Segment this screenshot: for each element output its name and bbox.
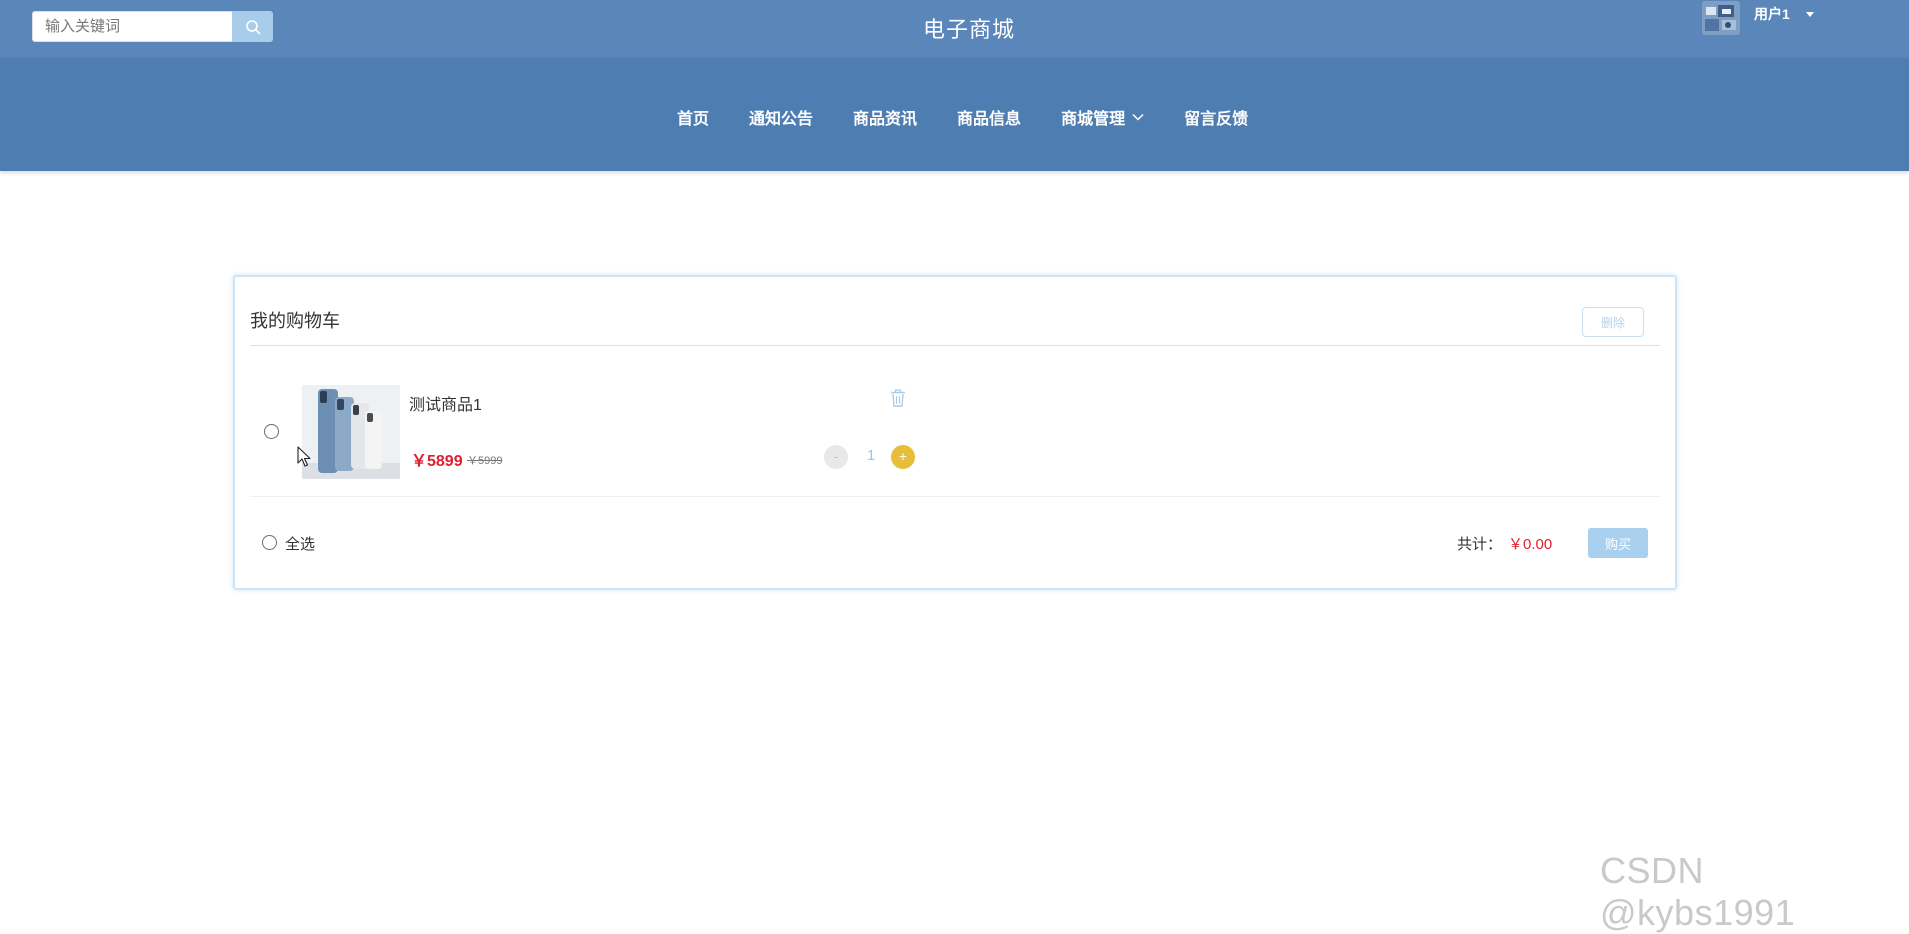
select-all-label[interactable]: 全选: [285, 533, 315, 554]
nav-item-notices[interactable]: 通知公告: [749, 105, 813, 129]
product-original-price: ￥5999: [467, 455, 503, 467]
trash-icon[interactable]: [890, 389, 906, 412]
nav-list: 首页 通知公告 商品资讯 商品信息 商城管理 留言反馈: [677, 105, 1248, 129]
user-name[interactable]: 用户1: [1754, 4, 1790, 24]
nav-item-mall-management[interactable]: 商城管理: [1061, 105, 1144, 129]
nav-item-feedback[interactable]: 留言反馈: [1184, 105, 1248, 129]
quantity-value[interactable]: 1: [859, 447, 883, 464]
nav-item-product-news[interactable]: 商品资讯: [853, 105, 917, 129]
item-select-radio[interactable]: [264, 424, 279, 439]
phone-product-image-icon: [302, 385, 400, 479]
total-amount: ￥0.00: [1508, 536, 1553, 553]
avatar[interactable]: [1702, 1, 1740, 35]
chevron-down-icon: [1132, 113, 1144, 121]
buy-button[interactable]: 购买: [1588, 528, 1648, 558]
nav-item-product-info[interactable]: 商品信息: [957, 105, 1021, 129]
select-all-radio[interactable]: [262, 535, 277, 550]
quantity-decrease-button[interactable]: -: [824, 445, 848, 469]
product-image[interactable]: [302, 385, 400, 479]
nav-item-mall-management-label: 商城管理: [1061, 111, 1126, 128]
cart-panel: 我的购物车 删除 测试商品1 ￥5899 ￥5999 - 1 + 全选 共计： …: [233, 275, 1677, 590]
delete-button[interactable]: 删除: [1582, 307, 1644, 337]
total-label: 共计：: [1457, 536, 1503, 553]
watermark: CSDN @kybs1991: [1600, 850, 1796, 933]
divider: [250, 496, 1660, 497]
caret-down-icon[interactable]: [1805, 11, 1814, 17]
site-title: 电子商城: [922, 17, 1015, 42]
nav-item-home[interactable]: 首页: [677, 105, 709, 129]
product-price: ￥5899: [411, 453, 463, 470]
cart-title: 我的购物车: [250, 311, 340, 331]
user-menu[interactable]: 用户1: [1702, 0, 1814, 36]
product-name[interactable]: 测试商品1: [409, 391, 482, 415]
avatar-image-icon: [1702, 1, 1740, 35]
divider: [250, 345, 1660, 346]
mouse-cursor-icon: [297, 446, 311, 473]
top-header: 电子商城 用户1: [0, 0, 1909, 58]
main-navbar: 首页 通知公告 商品资讯 商品信息 商城管理 留言反馈: [0, 58, 1909, 171]
quantity-increase-button[interactable]: +: [891, 445, 915, 469]
